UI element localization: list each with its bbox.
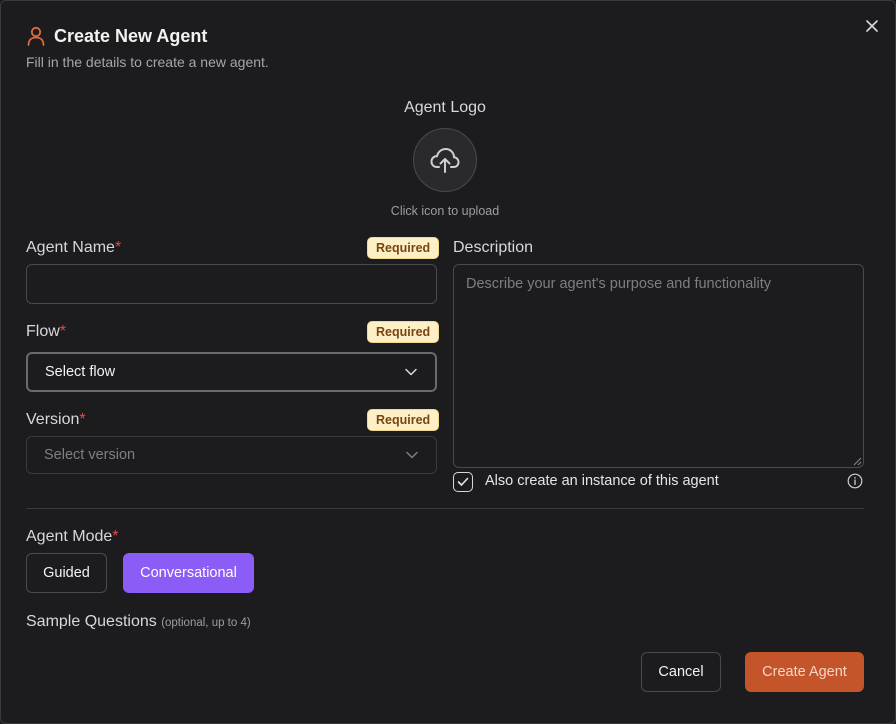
cancel-button[interactable]: Cancel xyxy=(641,652,721,692)
dialog-title: Create New Agent xyxy=(54,25,208,46)
required-badge: Required xyxy=(367,237,440,259)
mode-conversational-button[interactable]: Conversational xyxy=(123,553,254,593)
description-label: Description xyxy=(453,239,534,256)
agent-name-label: Agent Name* xyxy=(26,239,122,256)
section-divider xyxy=(26,508,864,509)
create-agent-button[interactable]: Create Agent xyxy=(745,652,864,692)
version-select-placeholder: Select version xyxy=(44,447,136,463)
info-icon[interactable] xyxy=(847,473,863,489)
description-placeholder: Describe your agent's purpose and functi… xyxy=(466,276,772,292)
instance-checkbox[interactable] xyxy=(453,472,473,492)
flow-select-value: Select flow xyxy=(45,364,116,380)
chevron-down-icon xyxy=(405,368,417,376)
agent-name-input[interactable] xyxy=(26,264,437,304)
close-icon[interactable] xyxy=(861,15,883,37)
create-agent-dialog: Create New Agent Fill in the details to … xyxy=(0,0,896,724)
person-icon xyxy=(27,26,45,46)
resize-handle-icon[interactable] xyxy=(853,457,862,466)
flow-label: Flow* xyxy=(26,323,67,340)
dialog-header: Create New Agent xyxy=(26,25,207,47)
chevron-down-icon xyxy=(406,451,418,459)
description-textarea[interactable]: Describe your agent's purpose and functi… xyxy=(453,264,864,468)
version-select[interactable]: Select version xyxy=(26,436,437,474)
sample-questions-label: Sample Questions (optional, up to 4) xyxy=(26,613,251,629)
flow-select[interactable]: Select flow xyxy=(26,352,437,392)
mode-guided-button[interactable]: Guided xyxy=(26,553,107,593)
sample-questions-section: Sample Questions (optional, up to 4) xyxy=(26,613,864,629)
agent-mode-label: Agent Mode* xyxy=(26,528,119,545)
instance-checkbox-label: Also create an instance of this agent xyxy=(485,473,719,489)
dialog-subtitle: Fill in the details to create a new agen… xyxy=(26,54,269,70)
version-label: Version* xyxy=(26,411,86,428)
logo-upload-button[interactable] xyxy=(413,128,477,192)
required-badge: Required xyxy=(367,321,440,343)
upload-cloud-icon xyxy=(430,148,460,173)
agent-logo-label: Agent Logo xyxy=(404,99,486,116)
upload-hint: Click icon to upload xyxy=(390,204,500,218)
required-badge: Required xyxy=(367,409,440,431)
check-icon xyxy=(457,477,469,486)
